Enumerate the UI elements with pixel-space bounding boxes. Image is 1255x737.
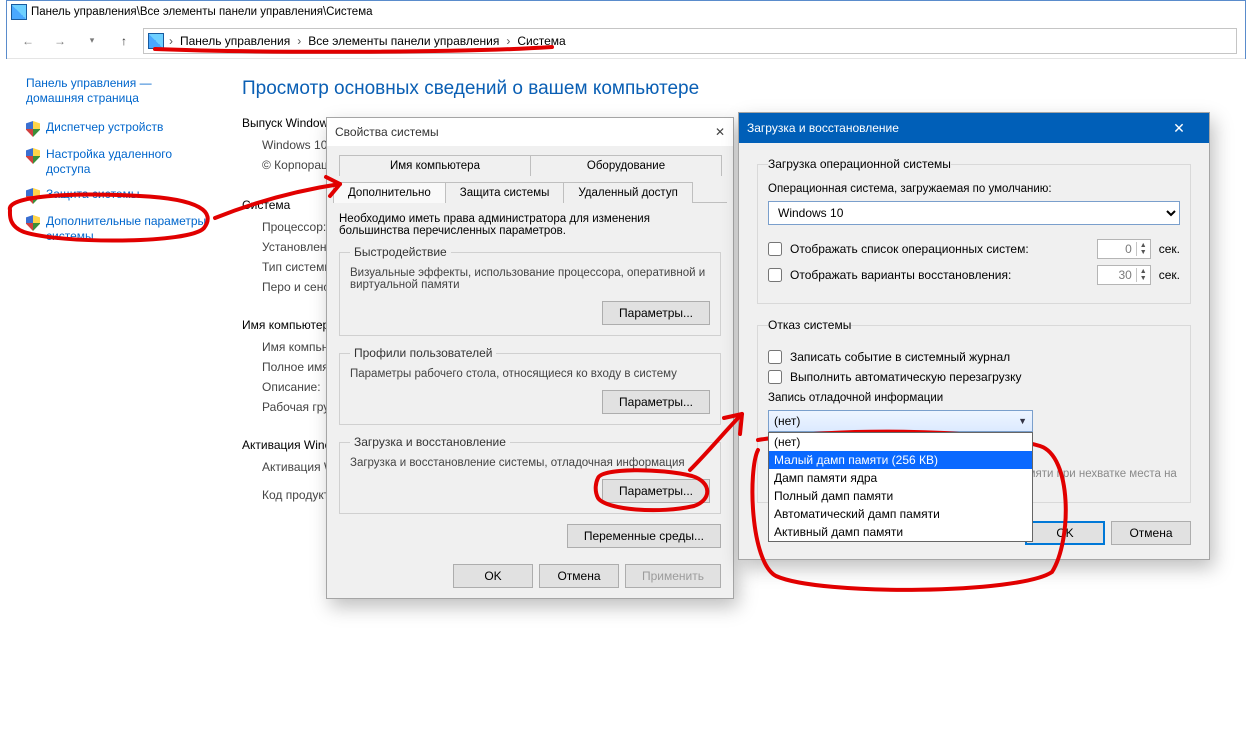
checkbox-show-recovery-label: Отображать варианты восстановления: xyxy=(790,268,1089,282)
dialog-body: Необходимо иметь права администратора дл… xyxy=(327,203,733,558)
checkbox-write-event-label: Записать событие в системный журнал xyxy=(790,350,1010,364)
cancel-button[interactable]: Отмена xyxy=(539,564,619,588)
sidebar-link-remote[interactable]: Настройка удаленного доступа xyxy=(26,147,208,177)
page-heading: Просмотр основных сведений о вашем компь… xyxy=(242,78,1226,100)
dialog-system-properties: Свойства системы ✕ Имя компьютера Оборуд… xyxy=(326,117,734,599)
default-os-label: Операционная система, загружаемая по умо… xyxy=(768,183,1180,195)
combo-selected-value: (нет) xyxy=(774,414,800,428)
spinner-input[interactable] xyxy=(1098,266,1136,284)
dump-type-combo[interactable]: (нет) ▼ (нет) Малый дамп памяти (256 КВ)… xyxy=(768,410,1033,432)
cancel-button[interactable]: Отмена xyxy=(1111,521,1191,545)
combo-option[interactable]: Активный дамп памяти xyxy=(769,523,1032,541)
dialog2-titlebar[interactable]: Загрузка и восстановление ✕ xyxy=(739,113,1209,143)
startup-settings-button[interactable]: Параметры... xyxy=(602,479,710,503)
combo-option[interactable]: Дамп памяти ядра xyxy=(769,469,1032,487)
chevron-right-icon[interactable]: › xyxy=(503,34,513,48)
spinner-input[interactable] xyxy=(1098,240,1136,258)
group-os-boot: Загрузка операционной системы Операционн… xyxy=(757,157,1191,304)
dialog-button-row: OK Отмена Применить xyxy=(327,558,733,598)
dialog-titlebar[interactable]: Свойства системы ✕ xyxy=(327,118,733,146)
tab-remote[interactable]: Удаленный доступ xyxy=(563,182,692,203)
checkbox-auto-restart-label: Выполнить автоматическую перезагрузку xyxy=(790,370,1022,384)
dialog2-body: Загрузка операционной системы Операционн… xyxy=(739,143,1209,559)
profiles-desc: Параметры рабочего стола, относящиеся ко… xyxy=(350,368,710,380)
shield-icon xyxy=(26,121,40,137)
sidebar-link-device-manager[interactable]: Диспетчер устройств xyxy=(26,120,208,137)
chevron-down-icon: ▼ xyxy=(1018,416,1027,426)
shield-icon xyxy=(26,148,40,164)
breadcrumb-item-0[interactable]: Панель управления xyxy=(178,33,292,49)
chevron-right-icon[interactable]: › xyxy=(294,34,304,48)
close-button[interactable]: ✕ xyxy=(1157,113,1201,143)
close-icon[interactable]: ✕ xyxy=(715,125,725,139)
apply-button[interactable]: Применить xyxy=(625,564,721,588)
unit-label: сек. xyxy=(1159,268,1180,282)
nav-bar: ← → ▾ ↑ › Панель управления › Все элемен… xyxy=(7,23,1245,59)
breadcrumb-item-1[interactable]: Все элементы панели управления xyxy=(306,33,501,49)
group-profiles: Профили пользователей Параметры рабочего… xyxy=(339,346,721,425)
spinner-recovery-seconds[interactable]: ▲▼ xyxy=(1097,265,1151,285)
group-performance-title: Быстродействие xyxy=(350,245,451,259)
nav-forward-button[interactable]: → xyxy=(47,28,73,54)
profiles-settings-button[interactable]: Параметры... xyxy=(602,390,710,414)
sidebar-link-label: Настройка удаленного доступа xyxy=(46,147,208,177)
env-vars-button[interactable]: Переменные среды... xyxy=(567,524,721,548)
breadcrumb[interactable]: › Панель управления › Все элементы панел… xyxy=(143,28,1237,54)
nav-back-button[interactable]: ← xyxy=(15,28,41,54)
sidebar-link-label: Защита системы xyxy=(46,187,139,202)
combo-dropdown-list: (нет) Малый дамп памяти (256 КВ) Дамп па… xyxy=(768,432,1033,542)
dialog2-title: Загрузка и восстановление xyxy=(747,121,1153,135)
group-system-failure: Отказ системы Записать событие в системн… xyxy=(757,318,1191,503)
combo-option[interactable]: Автоматический дамп памяти xyxy=(769,505,1032,523)
chevron-right-icon[interactable]: › xyxy=(166,34,176,48)
sidebar-link-advanced[interactable]: Дополнительные параметры системы xyxy=(26,214,208,244)
group-performance: Быстродействие Визуальные эффекты, испол… xyxy=(339,245,721,336)
ok-button[interactable]: OK xyxy=(453,564,533,588)
dump-info-label: Запись отладочной информации xyxy=(768,392,1180,404)
sidebar-link-label: Дополнительные параметры системы xyxy=(46,214,208,244)
checkbox-show-os-list[interactable] xyxy=(768,242,782,256)
performance-settings-button[interactable]: Параметры... xyxy=(602,301,710,325)
tab-protection[interactable]: Защита системы xyxy=(445,182,565,203)
checkbox-show-os-list-label: Отображать список операционных систем: xyxy=(790,242,1089,256)
default-os-select[interactable]: Windows 10 xyxy=(768,201,1180,225)
performance-desc: Визуальные эффекты, использование процес… xyxy=(350,267,710,291)
sidebar: Панель управления — домашняя страница Ди… xyxy=(6,60,222,508)
control-panel-icon xyxy=(11,4,27,20)
dialog-startup-recovery: Загрузка и восстановление ✕ Загрузка опе… xyxy=(738,112,1210,560)
sidebar-link-label: Диспетчер устройств xyxy=(46,120,163,135)
nav-up-button[interactable]: ↑ xyxy=(111,28,137,54)
checkbox-auto-restart[interactable] xyxy=(768,370,782,384)
tab-row-2: Дополнительно Защита системы Удаленный д… xyxy=(333,175,727,203)
unit-label: сек. xyxy=(1159,242,1180,256)
group-os-boot-title: Загрузка операционной системы xyxy=(768,157,951,171)
tab-hardware[interactable]: Оборудование xyxy=(530,155,722,176)
checkbox-show-recovery[interactable] xyxy=(768,268,782,282)
tab-computer-name[interactable]: Имя компьютера xyxy=(339,155,531,176)
nav-recent-dropdown[interactable]: ▾ xyxy=(79,28,105,54)
combo-option[interactable]: Малый дамп памяти (256 КВ) xyxy=(769,451,1032,469)
shield-icon xyxy=(26,215,40,231)
sidebar-link-protection[interactable]: Защита системы xyxy=(26,187,208,204)
spinner-os-list-seconds[interactable]: ▲▼ xyxy=(1097,239,1151,259)
admin-note: Необходимо иметь права администратора дл… xyxy=(339,213,721,237)
breadcrumb-icon xyxy=(148,33,164,49)
tab-row-1: Имя компьютера Оборудование xyxy=(333,146,727,175)
group-startup-recovery: Загрузка и восстановление Загрузка и вос… xyxy=(339,435,721,514)
checkbox-write-event[interactable] xyxy=(768,350,782,364)
tab-advanced[interactable]: Дополнительно xyxy=(333,182,446,203)
ok-button[interactable]: OK xyxy=(1025,521,1105,545)
startup-desc: Загрузка и восстановление системы, отлад… xyxy=(350,457,710,469)
combo-option[interactable]: Полный дамп памяти xyxy=(769,487,1032,505)
dialog-title: Свойства системы xyxy=(335,125,715,139)
group-profiles-title: Профили пользователей xyxy=(350,346,496,360)
group-startup-title: Загрузка и восстановление xyxy=(350,435,510,449)
window-title: Панель управления\Все элементы панели уп… xyxy=(31,6,1241,18)
combo-option[interactable]: (нет) xyxy=(769,433,1032,451)
main-window-titlebar: Панель управления\Все элементы панели уп… xyxy=(7,1,1245,23)
breadcrumb-item-2[interactable]: Система xyxy=(515,33,567,49)
shield-icon xyxy=(26,188,40,204)
group-system-failure-title: Отказ системы xyxy=(768,318,851,332)
sidebar-home-link[interactable]: Панель управления — домашняя страница xyxy=(26,76,208,106)
